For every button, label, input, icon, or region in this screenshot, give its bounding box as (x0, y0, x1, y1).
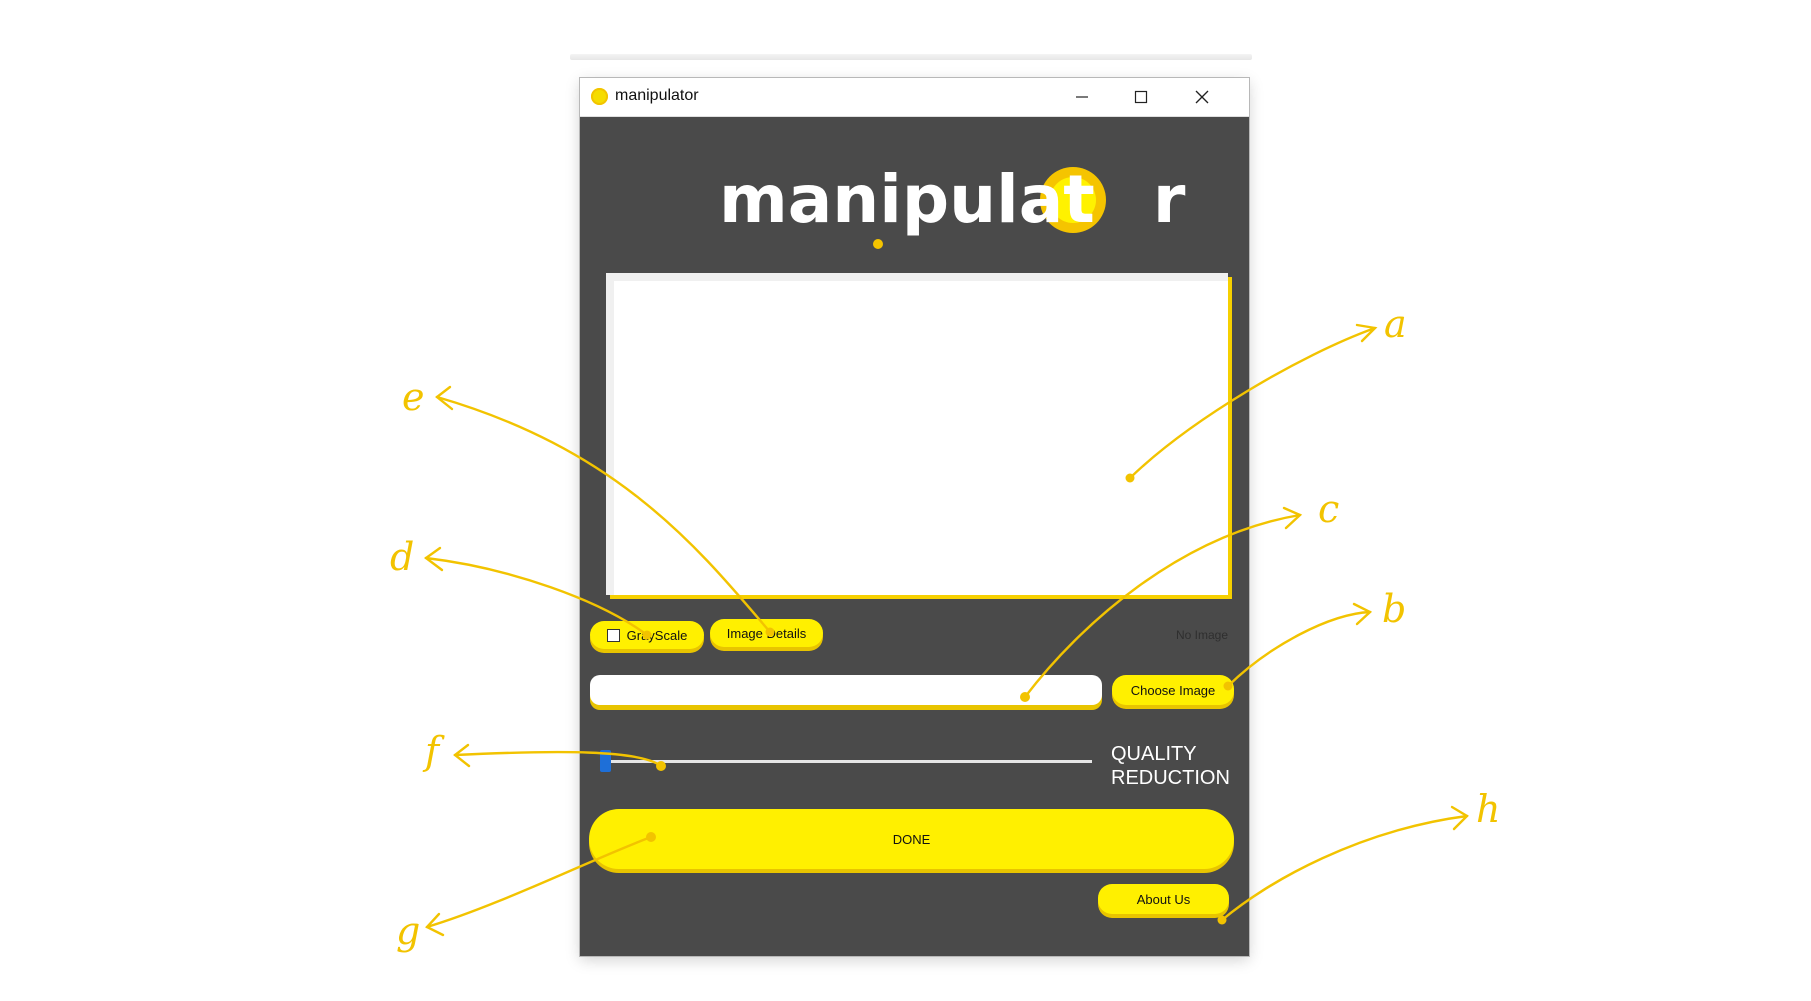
minimize-button[interactable] (1053, 78, 1111, 116)
annotation-arrowhead-c (1282, 506, 1303, 530)
image-path-input[interactable] (590, 675, 1102, 705)
annotation-arrowhead-a (1355, 323, 1378, 343)
quality-label-line2: REDUCTION (1111, 767, 1230, 789)
minimize-icon (1076, 96, 1088, 98)
annotation-label-f: f (425, 729, 440, 773)
window-title: manipulator (615, 87, 699, 104)
maximize-icon (1134, 90, 1148, 104)
image-details-button[interactable]: Image Details (710, 619, 823, 647)
annotation-label-e: e (402, 375, 425, 419)
maximize-button[interactable] (1112, 78, 1170, 116)
choose-image-label: Choose Image (1130, 682, 1216, 698)
checkbox-box[interactable] (606, 628, 620, 642)
close-button[interactable] (1173, 78, 1231, 116)
annotation-arrow-h (1220, 814, 1469, 922)
about-us-button[interactable]: About Us (1098, 884, 1229, 914)
annotation-label-c: c (1318, 487, 1340, 531)
quality-slider-thumb[interactable] (600, 750, 611, 772)
grayscale-label: GrayScale (626, 627, 688, 643)
app-icon (591, 88, 608, 105)
annotation-arrowhead-g (425, 912, 445, 937)
logo-i-dot (873, 239, 883, 249)
grayscale-checkbox[interactable]: GrayScale (590, 621, 704, 649)
done-button[interactable]: DONE (589, 809, 1234, 869)
close-icon (1195, 90, 1209, 104)
quality-slider-track[interactable] (600, 760, 1092, 763)
annotation-label-b: b (1382, 587, 1407, 631)
quality-reduction-label: QUALITY REDUCTION (1111, 742, 1231, 790)
annotation-arrowhead-f (453, 743, 471, 768)
annotation-arrowhead-b (1352, 602, 1373, 626)
logo-text-part1: manipulat (719, 161, 1095, 238)
annotation-arrowhead-d (423, 546, 444, 572)
logo: manipulat r (580, 148, 1249, 258)
done-label: DONE (892, 831, 931, 847)
title-bar: manipulator (580, 78, 1249, 117)
about-us-label: About Us (1136, 891, 1191, 907)
svg-text:manipulatr: manipulat r (719, 161, 1186, 238)
backdrop-shadow (570, 54, 1252, 60)
annotation-arrowhead-h (1450, 805, 1469, 831)
annotation-label-g: g (396, 909, 421, 953)
annotation-arrowhead-e (435, 385, 454, 411)
logo-text-part2: r (1153, 161, 1186, 238)
choose-image-button[interactable]: Choose Image (1112, 675, 1234, 705)
annotation-arrow-b (1226, 610, 1372, 688)
annotation-label-d: d (390, 535, 415, 579)
annotation-label-a: a (1384, 302, 1407, 346)
image-details-label: Image Details (726, 625, 807, 641)
status-text: No Image (1176, 628, 1229, 642)
app-window: manipulator manipulat r GrayScale Image D… (580, 78, 1249, 956)
quality-label-line1: QUALITY (1111, 743, 1197, 765)
annotation-label-h: h (1476, 787, 1501, 831)
image-preview (606, 273, 1228, 595)
